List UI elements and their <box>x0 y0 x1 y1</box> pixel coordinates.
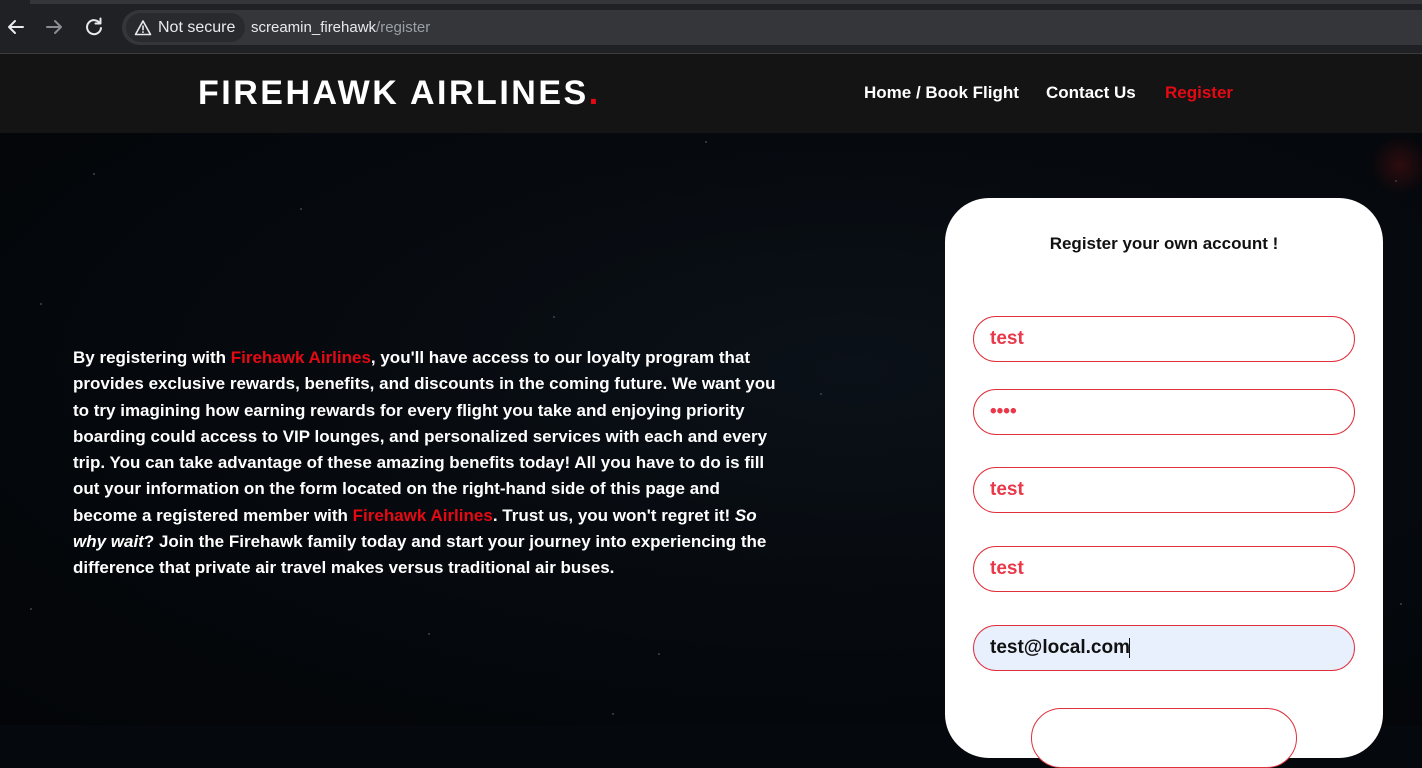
intro-text-1: By registering with <box>73 348 231 367</box>
star <box>40 303 42 305</box>
register-button[interactable] <box>1031 708 1297 768</box>
browser-toolbar: Not secure screamin_firehawk/register <box>0 0 1422 54</box>
tab-strip <box>0 0 1422 4</box>
intro-text-4: ? Join the Firehawk family today and sta… <box>73 532 767 578</box>
star <box>428 633 430 635</box>
username-field[interactable] <box>973 316 1355 362</box>
warning-triangle-icon <box>134 19 152 37</box>
star <box>820 393 822 395</box>
star <box>705 141 707 143</box>
brand-name: Firehawk Airlines <box>230 348 371 367</box>
star <box>300 208 302 210</box>
password-field[interactable] <box>973 389 1355 435</box>
brand-name: Firehawk Airlines <box>352 505 493 525</box>
forward-arrow-icon[interactable] <box>42 15 66 39</box>
star <box>93 173 95 175</box>
address-bar[interactable]: Not secure screamin_firehawk/register <box>122 10 1422 45</box>
nav-register-link[interactable]: Register <box>1165 83 1233 103</box>
logo-dot: . <box>588 74 601 112</box>
text-cursor <box>1129 638 1130 658</box>
security-label: Not secure <box>158 18 236 36</box>
logo-text: FIREHAWK AIRLINES <box>198 74 589 112</box>
nav-home-link[interactable]: Home / Book Flight <box>864 83 1019 103</box>
back-arrow-icon[interactable] <box>4 15 28 39</box>
register-card: Register your own account ! <box>945 198 1383 768</box>
intro-text-3: . Trust us, you won't regret it! <box>492 505 735 525</box>
reload-icon[interactable] <box>82 15 106 39</box>
active-tab[interactable] <box>0 0 30 4</box>
last-name-field[interactable] <box>973 546 1355 592</box>
intro-text-2: , you'll have access to our loyalty prog… <box>73 348 776 525</box>
intro-paragraph: By registering with Firehawk Airlines, y… <box>73 345 785 582</box>
url-text[interactable]: screamin_firehawk/register <box>251 19 430 36</box>
security-indicator[interactable]: Not secure <box>126 13 246 42</box>
star <box>1400 603 1402 605</box>
nav-contact-link[interactable]: Contact Us <box>1046 83 1136 103</box>
nebula-glow <box>1370 135 1422 195</box>
url-host: screamin_firehawk <box>251 19 377 36</box>
star <box>658 653 660 655</box>
star <box>30 608 32 610</box>
star <box>612 713 614 715</box>
url-path: /register <box>376 19 431 36</box>
email-field[interactable] <box>973 625 1355 671</box>
star <box>553 316 555 318</box>
first-name-field[interactable] <box>973 467 1355 513</box>
register-title: Register your own account ! <box>1049 234 1279 253</box>
site-logo[interactable]: FIREHAWK AIRLINES. <box>198 74 601 113</box>
